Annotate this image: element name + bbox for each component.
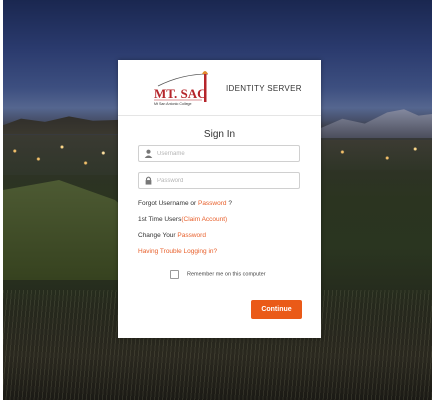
- card-header: MT. SAC Mt San Antonio College IDENTITY …: [118, 60, 321, 116]
- identity-server-title: IDENTITY SERVER: [226, 84, 302, 93]
- remember-me-label: Remember me on this computer: [187, 271, 266, 278]
- trouble-logging-in-link[interactable]: Having Trouble Logging in?: [138, 248, 217, 255]
- logo-subtitle: Mt San Antonio College: [154, 102, 192, 106]
- mtsac-logo: MT. SAC Mt San Antonio College: [154, 71, 209, 106]
- logo-title: MT. SAC: [154, 86, 206, 101]
- lock-icon: [145, 176, 152, 185]
- forgot-password-link[interactable]: Password: [198, 200, 227, 207]
- forgot-prefix: Forgot Username or: [138, 200, 197, 207]
- mountains-right: [320, 109, 432, 138]
- change-password-link[interactable]: Password: [177, 232, 206, 239]
- change-prefix: Change Your: [138, 232, 176, 239]
- username-field[interactable]: [138, 145, 300, 162]
- remember-me[interactable]: Remember me on this computer: [170, 270, 266, 279]
- username-input[interactable]: [157, 146, 295, 161]
- forgot-suffix: ?: [228, 200, 232, 207]
- forgot-line: Forgot Username or Password ?: [138, 200, 232, 207]
- city-lights-left: [3, 135, 121, 175]
- change-password-line: Change Your Password: [138, 232, 206, 239]
- sign-in-heading: Sign In: [203, 129, 236, 140]
- claim-account-link[interactable]: (Claim Account): [181, 216, 227, 223]
- trouble-line: Having Trouble Logging in?: [138, 248, 217, 255]
- password-field[interactable]: [138, 172, 300, 189]
- password-input[interactable]: [157, 173, 295, 188]
- login-card: MT. SAC Mt San Antonio College IDENTITY …: [118, 60, 321, 338]
- remember-me-checkbox[interactable]: [170, 270, 179, 279]
- first-time-line: 1st Time Users(Claim Account): [138, 216, 227, 223]
- continue-button[interactable]: Continue: [251, 300, 302, 319]
- first-time-prefix: 1st Time Users: [138, 216, 182, 223]
- user-icon: [144, 149, 153, 158]
- city-lights-right: [320, 140, 432, 170]
- mountains-left: [3, 116, 123, 134]
